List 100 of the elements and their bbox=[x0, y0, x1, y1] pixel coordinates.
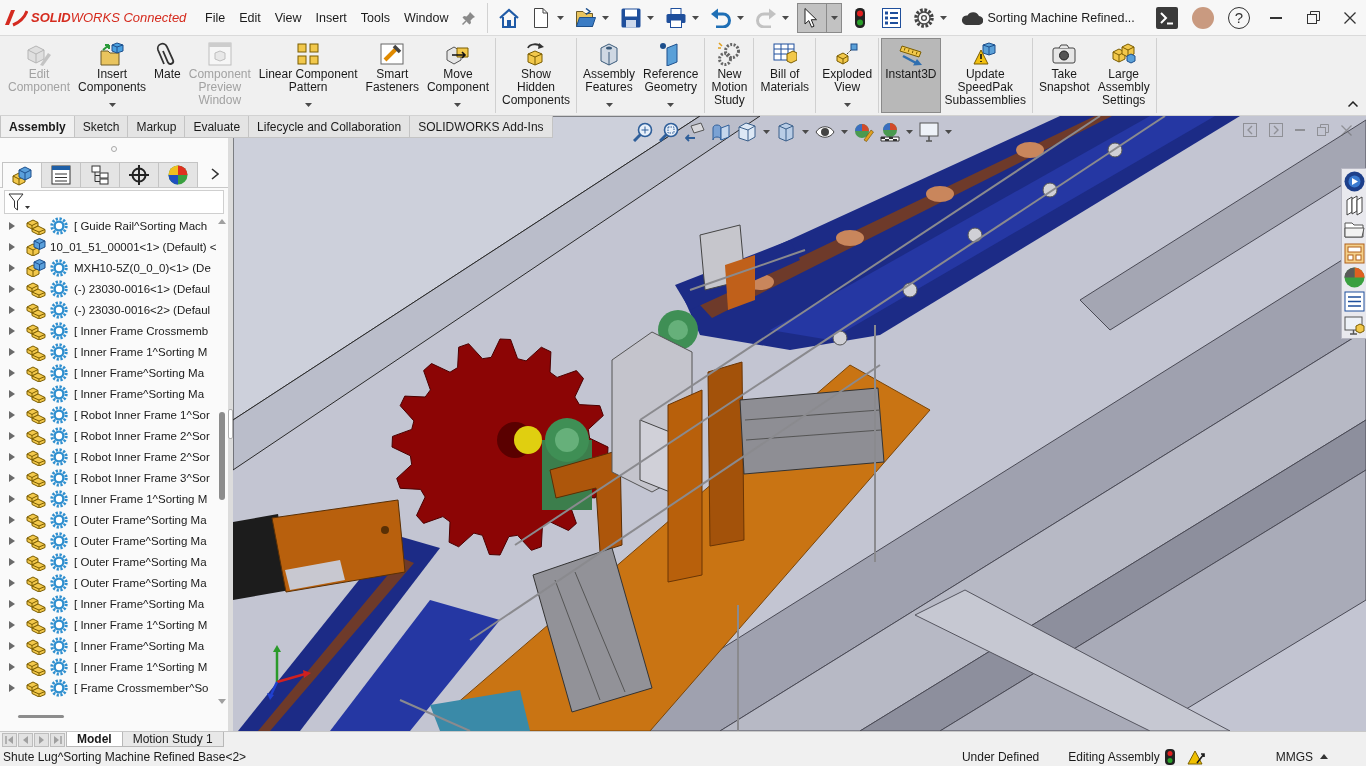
pointer-button[interactable] bbox=[796, 2, 842, 33]
caret-icon[interactable] bbox=[945, 130, 952, 134]
expand-arrow-icon[interactable] bbox=[9, 368, 15, 377]
terminal-icon[interactable] bbox=[1156, 6, 1178, 29]
tree-item[interactable]: [ Outer Frame^Sorting Ma bbox=[74, 513, 207, 526]
ribbon-button[interactable]: Large Assembly Settings bbox=[1093, 38, 1154, 113]
caret-icon[interactable] bbox=[906, 130, 913, 134]
ribbon-button[interactable]: Exploded View bbox=[818, 38, 877, 113]
tree-item[interactable]: [ Guide Rail^Sorting Mach bbox=[74, 219, 208, 232]
sphere-checker-icon[interactable] bbox=[880, 122, 900, 142]
tree-item[interactable]: [ Inner Frame 1^Sorting M bbox=[74, 618, 208, 631]
expand-arrow-icon[interactable] bbox=[9, 557, 15, 566]
monitor-cube-icon[interactable] bbox=[1343, 315, 1365, 336]
bottom-tab[interactable]: Model bbox=[66, 732, 123, 747]
ribbon-button[interactable]: Insert Components bbox=[74, 38, 151, 113]
tree-item[interactable]: MXH10-5Z(0_0_0)<1> (De bbox=[74, 261, 211, 274]
restore-icon[interactable] bbox=[1307, 11, 1320, 24]
tree-item[interactable]: [ Inner Frame 1^Sorting M bbox=[74, 660, 208, 673]
expand-arrow-icon[interactable] bbox=[9, 473, 15, 482]
minimize-icon[interactable] bbox=[1270, 16, 1282, 19]
tree-item[interactable]: [ Robot Inner Frame 1^Sor bbox=[74, 408, 210, 421]
expand-arrow-icon[interactable] bbox=[9, 242, 15, 251]
splitter-handle[interactable] bbox=[228, 408, 233, 439]
command-tab[interactable]: Markup bbox=[127, 116, 186, 138]
tree-item[interactable]: [ Outer Frame^Sorting Ma bbox=[74, 555, 207, 568]
tree-item[interactable]: 10_01_51_00001<1> (Default) < bbox=[50, 240, 217, 253]
ribbon-button[interactable]: Smart Fasteners bbox=[361, 38, 423, 113]
chevron-right-icon[interactable] bbox=[211, 167, 219, 180]
tree-item[interactable]: [ Inner Frame 1^Sorting M bbox=[74, 492, 208, 505]
tree-item[interactable]: [ Robot Inner Frame 3^Sor bbox=[74, 471, 210, 484]
menu-item[interactable]: Window bbox=[397, 7, 456, 28]
ribbon-button[interactable]: Update SpeedPak Subassemblies bbox=[940, 38, 1030, 113]
command-tab[interactable]: SOLIDWORKS Add-Ins bbox=[409, 116, 553, 138]
ribbon-button[interactable]: Assembly Features bbox=[579, 38, 640, 113]
zoom-fit-icon[interactable] bbox=[633, 122, 653, 142]
tree-item[interactable]: [ Inner Frame 1^Sorting M bbox=[74, 345, 208, 358]
units-button[interactable]: MMGS bbox=[1275, 749, 1313, 764]
section-view-icon[interactable] bbox=[711, 122, 731, 142]
menu-item[interactable]: Edit bbox=[232, 7, 268, 28]
scrollbar-thumb[interactable] bbox=[219, 412, 225, 501]
expand-arrow-icon[interactable] bbox=[9, 326, 15, 335]
tree-item[interactable]: [ Outer Frame^Sorting Ma bbox=[74, 534, 207, 547]
filter-icon[interactable] bbox=[8, 193, 30, 211]
color-sphere-icon[interactable] bbox=[1343, 267, 1365, 288]
expand-arrow-icon[interactable] bbox=[9, 641, 15, 650]
panel-tab[interactable] bbox=[80, 162, 120, 187]
ribbon-button[interactable]: Reference Geometry bbox=[639, 38, 703, 113]
tree-item[interactable]: [ Inner Frame^Sorting Ma bbox=[74, 597, 205, 610]
tree-item[interactable]: [ Inner Frame^Sorting Ma bbox=[74, 366, 205, 379]
panel-tab[interactable] bbox=[2, 162, 42, 188]
traffic-light-icon[interactable] bbox=[1164, 748, 1175, 765]
ribbon-button[interactable]: Show Hidden Components bbox=[497, 38, 574, 113]
folder-icon[interactable] bbox=[1343, 219, 1365, 240]
expand-arrow-icon[interactable] bbox=[9, 620, 15, 629]
books-icon[interactable] bbox=[1343, 195, 1365, 216]
expand-arrow-icon[interactable] bbox=[9, 515, 15, 524]
zoom-area-icon[interactable] bbox=[659, 122, 679, 142]
command-tab[interactable]: Lifecycle and Collaboration bbox=[248, 116, 411, 138]
expand-arrow-icon[interactable] bbox=[9, 599, 15, 608]
tree-item[interactable]: [ Inner Frame Crossmemb bbox=[74, 324, 209, 337]
tree-item[interactable]: [ Robot Inner Frame 2^Sor bbox=[74, 450, 210, 463]
tree-item[interactable]: [ Inner Frame^Sorting Ma bbox=[74, 639, 205, 652]
ribbon-button[interactable]: Mate bbox=[150, 38, 185, 113]
close-icon[interactable] bbox=[1344, 11, 1356, 24]
ribbon-button[interactable]: New Motion Study bbox=[707, 38, 752, 113]
expand-arrow-icon[interactable] bbox=[9, 431, 15, 440]
tree-item[interactable]: (-) 23030-0016<2> (Defaul bbox=[74, 303, 211, 316]
caret-icon[interactable] bbox=[802, 130, 809, 134]
globe-icon[interactable] bbox=[1343, 171, 1365, 192]
layout-icon[interactable] bbox=[1343, 243, 1365, 264]
ribbon-button[interactable]: Instant3D bbox=[881, 38, 941, 113]
caret-up-icon[interactable] bbox=[1320, 754, 1328, 759]
chevron-up-icon[interactable] bbox=[1348, 101, 1358, 107]
previous-view-icon[interactable] bbox=[685, 122, 705, 142]
panel-tab[interactable] bbox=[41, 162, 81, 187]
command-tab[interactable]: Sketch bbox=[73, 116, 129, 138]
menu-item[interactable]: Insert bbox=[308, 7, 354, 28]
rebuild-icon[interactable] bbox=[1186, 748, 1205, 765]
menu-item[interactable]: Tools bbox=[353, 7, 398, 28]
tree-item[interactable]: [ Frame Crossmember^So bbox=[74, 681, 209, 694]
sphere-pencil-icon[interactable] bbox=[854, 122, 874, 142]
expand-arrow-icon[interactable] bbox=[9, 221, 15, 230]
expand-arrow-icon[interactable] bbox=[9, 494, 15, 503]
caret-icon[interactable] bbox=[763, 130, 770, 134]
caret-icon[interactable] bbox=[841, 130, 848, 134]
tree-item[interactable]: (-) 23030-0016<1> (Defaul bbox=[74, 282, 211, 295]
panel-tab[interactable] bbox=[158, 162, 198, 187]
expand-arrow-icon[interactable] bbox=[9, 662, 15, 671]
expand-arrow-icon[interactable] bbox=[9, 536, 15, 545]
command-tab[interactable]: Assembly bbox=[0, 116, 75, 138]
pin-icon[interactable] bbox=[461, 10, 476, 25]
ribbon-button[interactable]: Linear Component Pattern bbox=[254, 38, 362, 113]
menu-item[interactable]: View bbox=[267, 7, 309, 28]
ribbon-button[interactable]: Move Component bbox=[422, 38, 493, 113]
panel-tab[interactable] bbox=[119, 162, 159, 187]
bottom-tab[interactable]: Motion Study 1 bbox=[121, 732, 224, 747]
menu-item[interactable]: File bbox=[198, 7, 233, 28]
ribbon-button[interactable]: Take Snapshot bbox=[1034, 38, 1094, 113]
tree-item[interactable]: [ Robot Inner Frame 2^Sor bbox=[74, 429, 210, 442]
monitor-icon[interactable] bbox=[919, 122, 939, 142]
